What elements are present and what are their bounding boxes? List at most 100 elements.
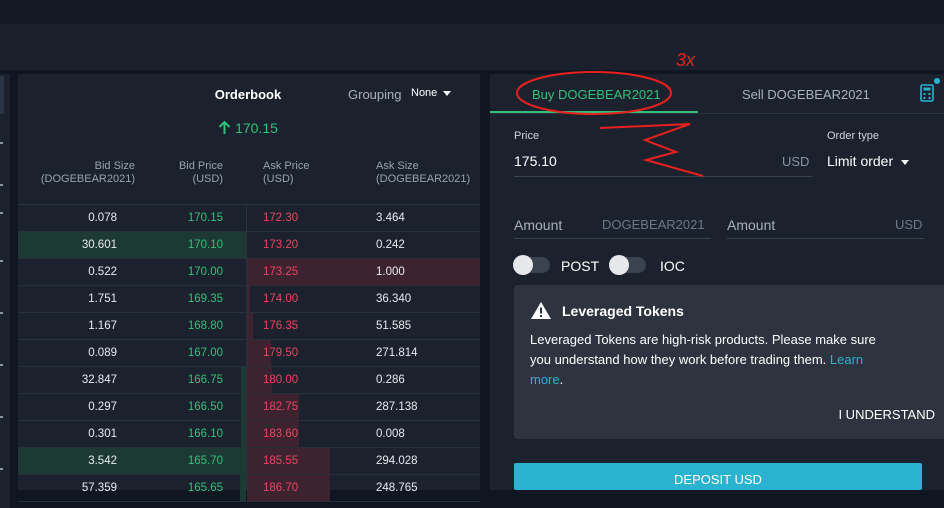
bid-price: 170.00 (187, 266, 223, 278)
toggle-knob (513, 255, 533, 275)
i-understand-button[interactable]: I UNDERSTAND (838, 407, 935, 422)
bid-price: 168.80 (187, 320, 223, 332)
amount-usd-unit: USD (895, 217, 923, 232)
ask-price: 182.75 (263, 401, 299, 413)
deposit-usd-button[interactable]: DEPOSIT USD (514, 463, 922, 490)
grouping-label: Grouping (348, 87, 402, 102)
ask-size: 0.242 (376, 239, 405, 251)
ask-size: 0.008 (376, 428, 405, 440)
orderbook-panel: Orderbook Grouping None 170.15 Bid Size(… (18, 74, 480, 502)
left-panel-tick (0, 212, 3, 214)
warning-text: Leveraged Tokens are high-risk products.… (530, 332, 876, 387)
amount-usd-input[interactable] (727, 238, 924, 239)
leveraged-tokens-warning: Leveraged Tokens Leveraged Tokens are hi… (514, 285, 944, 439)
ask-size: 1.000 (376, 266, 405, 278)
amount-token-unit: DOGEBEAR2021 (602, 217, 705, 232)
post-label: POST (561, 258, 600, 274)
last-price: 170.15 (18, 120, 478, 136)
ask-size: 36.340 (376, 293, 412, 305)
ask-price: 186.70 (263, 482, 299, 494)
ask-price: 179.50 (263, 347, 299, 359)
bid-price: 170.10 (187, 239, 223, 251)
header-bid-price-unit: (USD) (192, 173, 223, 185)
left-panel-scroll-thumb[interactable] (0, 76, 4, 114)
calculator-icon[interactable] (920, 84, 934, 102)
grouping-select[interactable]: None (411, 87, 452, 99)
post-toggle[interactable] (513, 255, 550, 275)
orderbook-row[interactable]: 32.847 166.75 180.00 0.286 (18, 367, 480, 394)
price-input[interactable]: 175.10 (514, 153, 557, 169)
ask-price: 185.55 (263, 455, 299, 467)
ask-size: 51.585 (376, 320, 412, 332)
tab-sell[interactable]: Sell DOGEBEAR2021 (742, 87, 870, 102)
header-ask-size-unit: (DOGEBEAR2021) (376, 173, 471, 185)
caret-down-icon (443, 90, 452, 96)
bid-price: 167.00 (187, 347, 223, 359)
price-unit: USD (782, 154, 810, 169)
orderbook-row[interactable]: 0.522 170.00 173.25 1.000 (18, 259, 480, 286)
tabs-divider (490, 113, 944, 114)
orderbook-row[interactable]: 30.601 170.10 173.20 0.242 (18, 232, 480, 259)
order-type-select[interactable]: Limit order (827, 153, 910, 169)
ask-size: 287.138 (376, 401, 418, 413)
ask-size: 3.464 (376, 212, 405, 224)
ask-depth-bar (247, 286, 250, 312)
bid-price: 166.75 (187, 374, 223, 386)
amount-usd-label: Amount (727, 217, 776, 233)
grouping-value: None (411, 87, 438, 99)
left-panel-tick (0, 184, 3, 186)
left-panel-tick (0, 312, 3, 314)
left-panel-tick (0, 260, 3, 262)
left-panel-tick (0, 364, 3, 366)
orderbook-row[interactable]: 0.078 170.15 172.30 3.464 (18, 205, 480, 232)
orderbook-row[interactable]: 57.359 165.65 186.70 248.765 (18, 475, 480, 502)
ask-price: 174.00 (263, 293, 299, 305)
orderbook-row[interactable]: 3.542 165.70 185.55 294.028 (18, 448, 480, 475)
header-bid-price: Bid Price (USD) (18, 160, 223, 186)
ask-size: 271.814 (376, 347, 418, 359)
last-price-value: 170.15 (235, 120, 278, 136)
orderbook-title: Orderbook (214, 87, 282, 102)
header-ask-price-unit: (USD) (263, 173, 294, 185)
price-underline (514, 176, 812, 177)
tab-buy[interactable]: Buy DOGEBEAR2021 (532, 87, 661, 102)
ioc-toggle[interactable] (609, 255, 646, 275)
ask-price: 172.30 (263, 212, 299, 224)
ask-price: 173.20 (263, 239, 299, 251)
bid-price: 166.50 (187, 401, 223, 413)
ask-price: 183.60 (263, 428, 299, 440)
orderbook-row[interactable]: 0.297 166.50 182.75 287.138 (18, 394, 480, 421)
order-form-panel: Buy DOGEBEAR2021 Sell DOGEBEAR2021 Price… (490, 74, 944, 490)
left-panel-tick (0, 416, 3, 418)
ask-size: 0.286 (376, 374, 405, 386)
header-ask-price: Ask Price (USD) (263, 160, 309, 186)
orderbook-rows: 0.078 170.15 172.30 3.464 30.601 170.10 173.2… (18, 205, 480, 502)
ask-price: 173.25 (263, 266, 299, 278)
orderbook-row[interactable]: 0.089 167.00 179.50 271.814 (18, 340, 480, 367)
toggle-knob (609, 255, 629, 275)
ask-price: 176.35 (263, 320, 299, 332)
header-ask-size: Ask Size (DOGEBEAR2021) (376, 160, 470, 186)
top-nav-bar (0, 0, 944, 24)
notification-dot (934, 78, 940, 84)
arrow-up-icon (218, 120, 231, 134)
orderbook-row[interactable]: 1.167 168.80 176.35 51.585 (18, 313, 480, 340)
warning-body: Leveraged Tokens are high-risk products.… (530, 332, 876, 367)
ask-size: 248.765 (376, 482, 418, 494)
ask-price: 180.00 (263, 374, 299, 386)
caret-down-icon (901, 159, 910, 165)
ioc-label: IOC (660, 258, 685, 274)
header-bid-price-title: Bid Price (178, 160, 223, 172)
amount-token-input[interactable] (514, 238, 711, 239)
bid-price: 166.10 (187, 428, 223, 440)
market-header-bar (0, 24, 944, 70)
amount-token-label: Amount (514, 217, 563, 233)
bid-price: 169.35 (187, 293, 223, 305)
left-panel-edge (0, 74, 10, 508)
orderbook-row[interactable]: 1.751 169.35 174.00 36.340 (18, 286, 480, 313)
left-panel-tick (0, 468, 3, 470)
bid-price: 165.70 (187, 455, 223, 467)
order-type-value: Limit order (827, 153, 894, 169)
header-ask-price-title: Ask Price (263, 160, 310, 172)
orderbook-row[interactable]: 0.301 166.10 183.60 0.008 (18, 421, 480, 448)
